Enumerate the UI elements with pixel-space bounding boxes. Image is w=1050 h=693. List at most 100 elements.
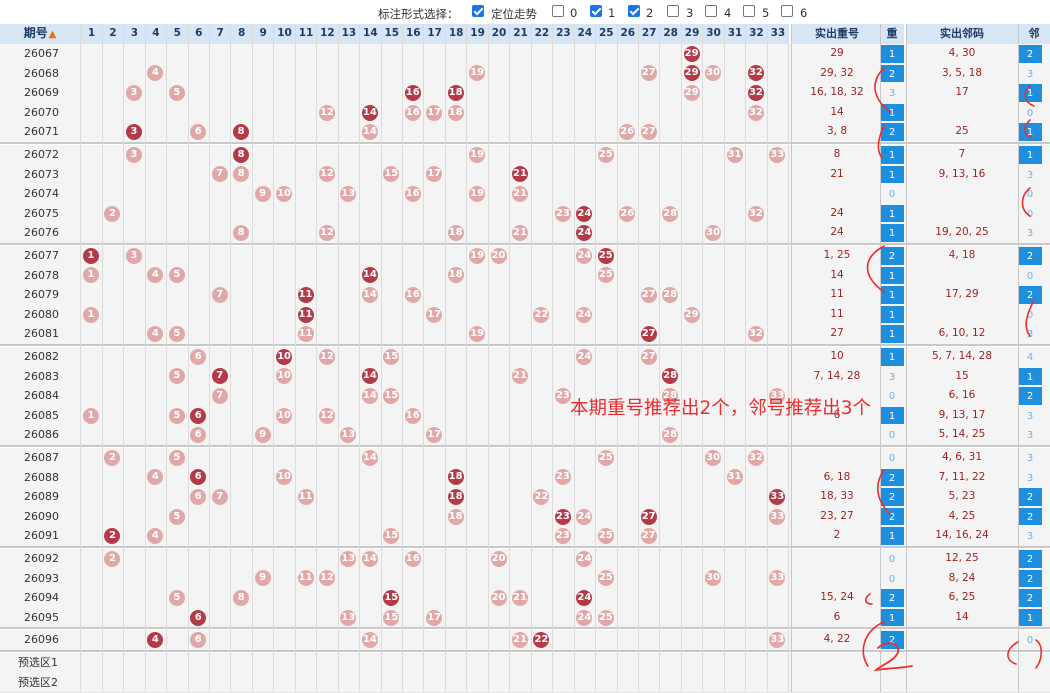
number-ball: 22 [533, 306, 550, 323]
repeat-nums-cell: 11 [830, 307, 844, 320]
number-ball-repeat: 11 [297, 306, 314, 323]
adjacent-count-badge: 1 [1018, 367, 1042, 386]
repeat-nums-cell [791, 184, 883, 204]
column-divider [680, 24, 682, 693]
number-ball: 16 [404, 186, 421, 202]
number-ball: 14 [361, 287, 378, 303]
number-ball: 27 [640, 124, 657, 141]
repeat-nums-cell [791, 448, 883, 468]
adjacent-count-badge: 2 [1018, 387, 1042, 405]
number-ball: 20 [490, 590, 507, 606]
number-ball-repeat: 29 [683, 65, 700, 82]
repeat-nums-cell: 18, 33 [820, 490, 854, 503]
column-divider [402, 24, 403, 693]
preselect-row[interactable] [0, 672, 1050, 693]
number-ball-repeat: 24 [576, 205, 593, 222]
period-cell: 26082 [24, 350, 59, 363]
group-separator [0, 142, 1050, 144]
number-header: 8 [231, 24, 253, 44]
number-ball: 30 [705, 449, 722, 466]
group-separator [0, 650, 1050, 652]
period-cell: 26068 [24, 66, 59, 80]
number-ball: 5 [168, 85, 185, 101]
period-cell: 26076 [24, 226, 59, 240]
number-header: 2 [102, 24, 124, 44]
number-ball: 27 [640, 65, 657, 82]
column-divider [444, 24, 446, 693]
number-ball: 9 [254, 186, 271, 202]
adjacent-count-badge: 3 [1026, 228, 1034, 240]
number-header: 12 [316, 24, 338, 44]
repeat-count-badge: 1 [880, 608, 904, 627]
adjacent-count-badge: 2 [1018, 589, 1042, 607]
repeat-count-badge: 2 [880, 64, 904, 83]
column-divider [788, 24, 790, 693]
column-divider [659, 24, 661, 693]
column-divider [906, 24, 907, 693]
number-ball-repeat: 6 [190, 609, 207, 626]
number-ball: 3 [125, 247, 142, 264]
number-ball: 10 [276, 407, 293, 424]
number-ball: 16 [404, 550, 421, 567]
number-ball: 33 [769, 508, 786, 525]
number-ball: 1 [83, 407, 99, 424]
column-divider [552, 24, 554, 693]
number-ball: 6 [190, 348, 207, 365]
repeat-nums-cell: 24 [830, 206, 844, 219]
number-ball: 16 [404, 104, 421, 121]
number-ball: 24 [576, 508, 593, 525]
group-separator [0, 243, 1050, 245]
adjacent-count-badge: 0 [1026, 270, 1034, 282]
repeat-nums-cell: 6 [833, 610, 841, 623]
column-divider [80, 24, 81, 693]
number-header: 6 [188, 24, 210, 44]
number-ball: 18 [447, 104, 464, 121]
group-separator [0, 445, 1050, 447]
number-ball-repeat: 8 [233, 146, 250, 163]
number-ball: 23 [554, 528, 571, 545]
period-header[interactable]: 期号▲ [0, 24, 80, 44]
period-cell: 26070 [24, 105, 59, 119]
number-ball: 13 [340, 609, 357, 626]
adjacent-nums-cell: 19, 20, 25 [935, 226, 989, 239]
number-header: 30 [703, 24, 725, 44]
repeat-count-badge: 0 [888, 573, 896, 585]
column-divider [723, 24, 725, 693]
adjacent-nums-cell: 6, 10, 12 [938, 327, 986, 340]
period-cell: 26077 [24, 249, 59, 262]
number-header: 18 [445, 24, 467, 44]
number-ball: 7 [211, 388, 228, 404]
number-header: 31 [724, 24, 746, 44]
repeat-count-badge: 0 [888, 554, 896, 565]
adjacent-count-badge: 4 [1026, 352, 1034, 363]
adjacent-nums-cell: 7, 11, 22 [938, 470, 986, 483]
adjacent-count-badge: 3 [1026, 169, 1034, 181]
preselect-row[interactable] [0, 653, 1050, 673]
number-ball: 16 [404, 407, 421, 424]
number-ball: 5 [168, 449, 185, 466]
period-cell: 26084 [24, 389, 59, 403]
period-cell: 26094 [24, 591, 59, 605]
repeat-nums-cell: 1, 25 [823, 249, 851, 261]
column-divider [791, 24, 792, 693]
column-divider [595, 24, 597, 693]
sort-arrow-icon[interactable]: ▲ [49, 29, 57, 40]
repeat-count-badge: 1 [880, 165, 904, 184]
adjacent-nums-cell: 14 [955, 610, 969, 623]
number-ball: 21 [512, 590, 528, 606]
number-ball: 19 [469, 146, 486, 163]
group-separator [0, 546, 1050, 548]
adjacent-nums-cell [906, 184, 1018, 204]
column-divider [530, 24, 532, 693]
number-ball: 26 [619, 205, 636, 222]
number-ball: 25 [597, 449, 614, 466]
number-ball: 11 [297, 489, 314, 505]
number-ball: 7 [211, 287, 228, 303]
adjacent-nums-cell: 17, 29 [945, 288, 979, 301]
period-cell: 26096 [24, 633, 59, 647]
number-ball-repeat: 27 [640, 326, 657, 343]
number-header: 19 [467, 24, 489, 44]
number-header: 5 [166, 24, 188, 44]
repeat-count-badge: 3 [888, 88, 896, 100]
period-cell: 26067 [24, 47, 59, 60]
